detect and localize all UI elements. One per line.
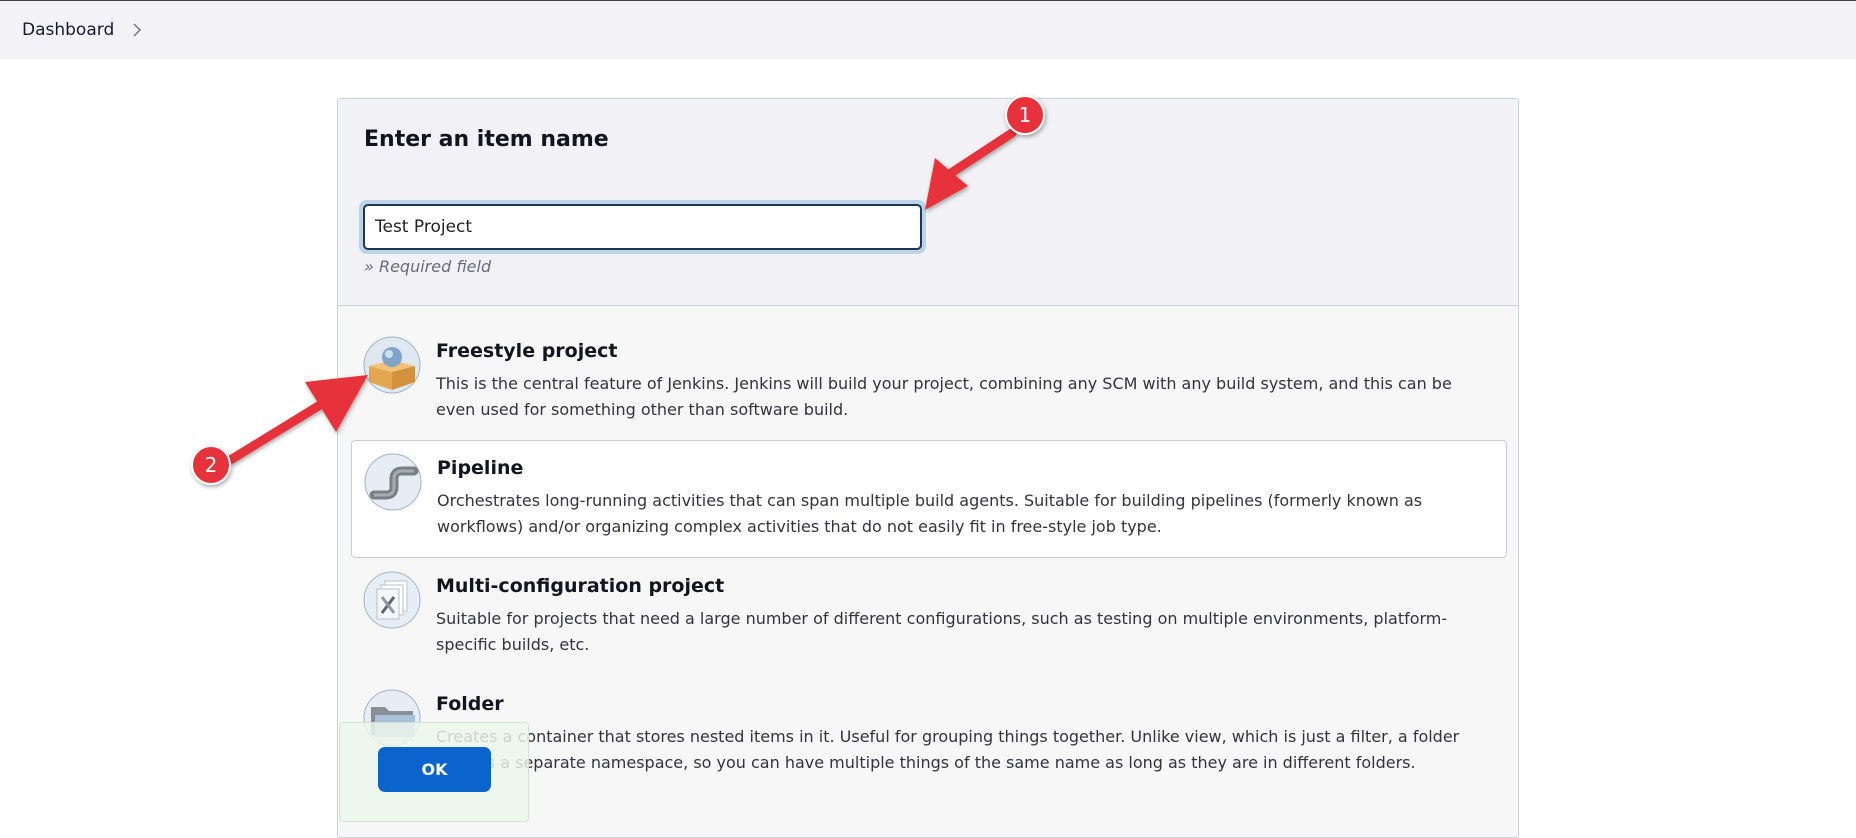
item-title: Folder	[436, 693, 504, 715]
page-title: Enter an item name	[364, 127, 609, 152]
freestyle-box-icon	[363, 336, 421, 394]
input-focus-ring	[359, 200, 926, 254]
marker-2-label: 2	[205, 453, 218, 477]
item-type-freestyle[interactable]: Freestyle project This is the central fe…	[351, 324, 1507, 442]
ok-button[interactable]: OK	[378, 747, 491, 792]
item-title: Pipeline	[437, 457, 524, 479]
sticky-footer: OK	[339, 722, 529, 822]
item-type-multi-configuration[interactable]: Multi-configuration project Suitable for…	[351, 559, 1507, 677]
item-description: Creates a container that stores nested i…	[436, 727, 1460, 772]
item-name-section: Enter an item name » Required field	[338, 99, 1518, 306]
item-description: This is the central feature of Jenkins. …	[436, 374, 1452, 419]
item-title: Multi-configuration project	[436, 575, 725, 597]
required-field-note: » Required field	[364, 257, 492, 276]
chevron-right-icon[interactable]	[132, 23, 142, 37]
item-description: Orchestrates long-running activities tha…	[437, 491, 1423, 536]
breadcrumb-dashboard[interactable]: Dashboard	[22, 20, 114, 40]
item-title: Freestyle project	[436, 340, 618, 362]
multi-config-icon	[363, 571, 421, 629]
item-name-input[interactable]	[363, 204, 922, 250]
pipeline-pipe-icon	[364, 453, 422, 511]
breadcrumb: Dashboard	[0, 1, 1856, 59]
item-description: Suitable for projects that need a large …	[436, 609, 1448, 654]
marker-2: 2	[191, 445, 231, 485]
item-type-pipeline[interactable]: Pipeline Orchestrates long-running activ…	[351, 440, 1507, 558]
